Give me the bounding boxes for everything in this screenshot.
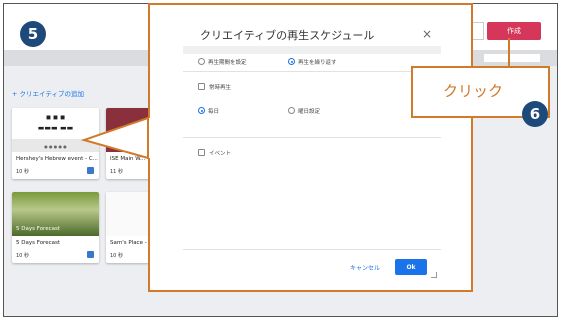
wedge-mask xyxy=(149,118,152,158)
step-6-badge: 6 xyxy=(522,101,548,127)
annotation-overlay xyxy=(80,38,510,160)
callout-text: クリック xyxy=(443,82,504,100)
callout-pointer-left xyxy=(80,116,149,160)
